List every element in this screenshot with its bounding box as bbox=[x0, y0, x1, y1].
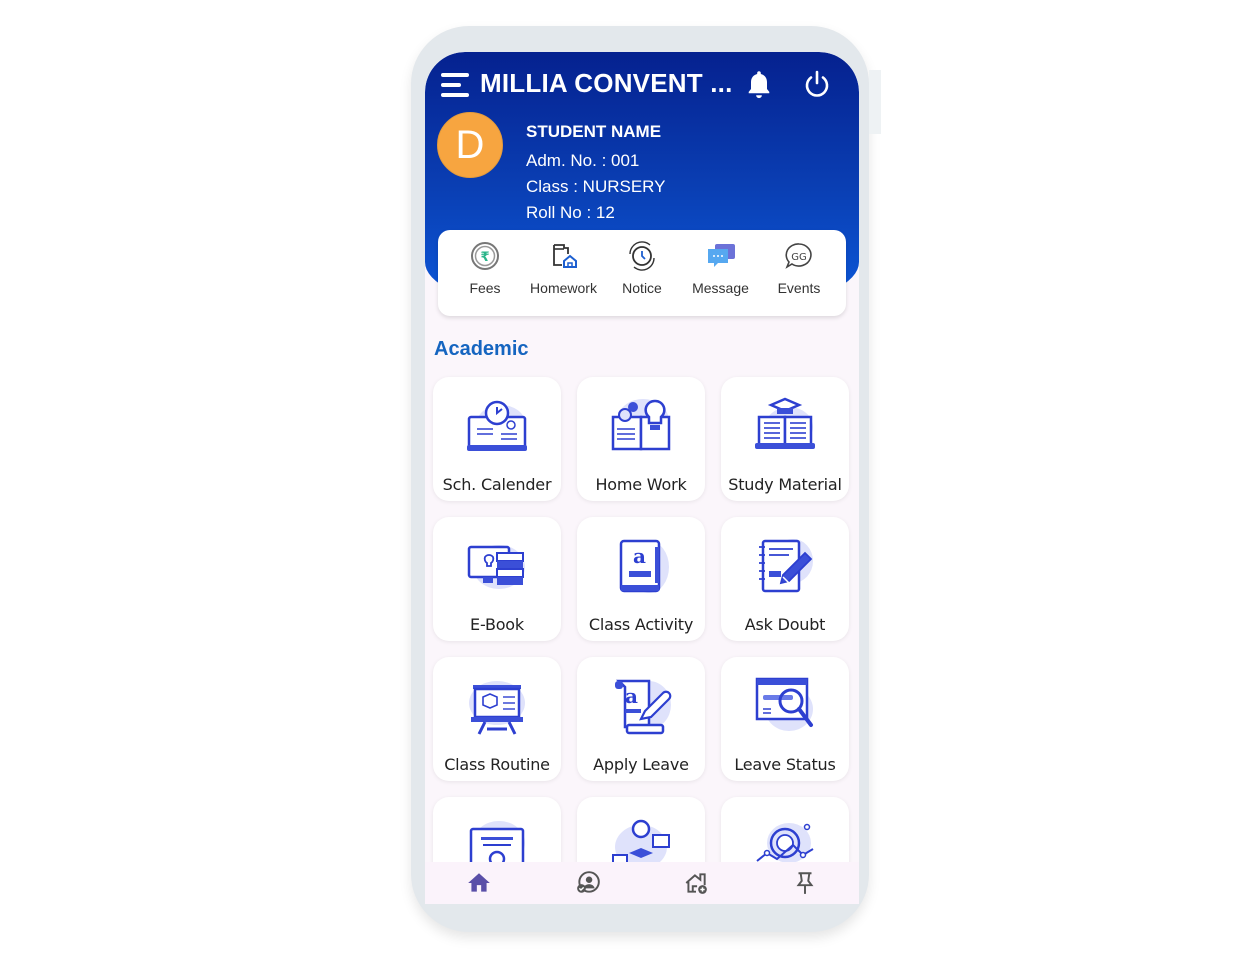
speech-bubble-icon: GG bbox=[785, 243, 812, 269]
quick-action-homework[interactable]: Homework bbox=[525, 230, 603, 316]
open-book-bulb-icon bbox=[611, 399, 671, 451]
svg-text:GG: GG bbox=[791, 252, 807, 263]
card-label: Class Activity bbox=[588, 615, 694, 634]
card-home-work[interactable]: Home Work bbox=[577, 377, 705, 501]
card-label: Sch. Calender bbox=[442, 475, 552, 494]
student-avatar[interactable]: D bbox=[437, 112, 503, 178]
house-add-icon bbox=[685, 873, 708, 894]
nav-house-add[interactable] bbox=[671, 867, 721, 899]
scroll-pen-icon: a bbox=[615, 679, 672, 735]
book-graduation-cap-icon bbox=[755, 397, 815, 449]
bottom-navigation bbox=[425, 862, 859, 904]
app-title: MILLIA CONVENT ... bbox=[480, 68, 733, 98]
rupee-coin-icon: ₹ bbox=[471, 242, 499, 270]
card-class-activity[interactable]: a Class Activity bbox=[577, 517, 705, 641]
student-info: STUDENT NAME Adm. No. : 001 Class : NURS… bbox=[526, 122, 666, 226]
power-logout-icon[interactable] bbox=[802, 69, 832, 99]
quick-action-events[interactable]: GG Events bbox=[760, 230, 838, 316]
notebook-highlighter-icon bbox=[759, 539, 813, 593]
chat-bubbles-icon bbox=[707, 244, 735, 267]
quick-action-notice[interactable]: Notice bbox=[603, 230, 681, 316]
quick-actions-bar: ₹ Fees Homework Notice Message GG Events bbox=[438, 230, 846, 316]
quick-action-label: Message bbox=[692, 280, 749, 296]
quick-action-label: Notice bbox=[622, 280, 662, 296]
nav-attendance[interactable] bbox=[563, 867, 613, 899]
student-name: STUDENT NAME bbox=[526, 122, 662, 141]
card-label: Class Routine bbox=[444, 755, 550, 774]
svg-text:a: a bbox=[625, 684, 638, 708]
phone-side-button bbox=[869, 70, 881, 134]
section-title-academic: Academic bbox=[434, 338, 529, 360]
notification-bell-icon[interactable] bbox=[745, 69, 773, 101]
user-check-icon bbox=[576, 871, 600, 893]
nav-pin[interactable] bbox=[780, 867, 830, 899]
card-leave-status[interactable]: Leave Status bbox=[721, 657, 849, 781]
svg-text:a: a bbox=[633, 544, 646, 568]
quick-action-fees[interactable]: ₹ Fees bbox=[446, 230, 524, 316]
card-label: Home Work bbox=[595, 475, 687, 494]
roll-number: Roll No : 12 bbox=[526, 203, 615, 222]
card-e-book[interactable]: E-Book bbox=[433, 517, 561, 641]
alphabet-book-icon: a bbox=[619, 539, 669, 593]
card-label: Apply Leave bbox=[593, 755, 689, 774]
card-study-material[interactable]: Study Material bbox=[721, 377, 849, 501]
svg-text:₹: ₹ bbox=[480, 250, 489, 265]
clock-refresh-icon bbox=[629, 241, 655, 271]
monitor-books-icon bbox=[467, 545, 525, 589]
app-screen: MILLIA CONVENT ... D STUDENT NAME Adm. N… bbox=[425, 52, 859, 904]
pin-icon bbox=[796, 872, 814, 894]
magnifier-document-icon bbox=[755, 677, 813, 731]
card-sch-calender[interactable]: Sch. Calender bbox=[433, 377, 561, 501]
home-icon bbox=[468, 873, 491, 892]
card-label: Study Material bbox=[728, 475, 842, 494]
card-label: Leave Status bbox=[734, 755, 836, 774]
presentation-board-icon bbox=[469, 681, 525, 735]
quick-action-label: Fees bbox=[469, 280, 501, 296]
card-apply-leave[interactable]: a Apply Leave bbox=[577, 657, 705, 781]
nav-home[interactable] bbox=[454, 867, 504, 899]
student-class: Class : NURSERY bbox=[526, 177, 666, 196]
card-ask-doubt[interactable]: Ask Doubt bbox=[721, 517, 849, 641]
quick-action-message[interactable]: Message bbox=[682, 230, 760, 316]
card-label: Ask Doubt bbox=[744, 615, 826, 634]
quick-action-label: Events bbox=[777, 280, 821, 296]
academic-grid: Sch. Calender Home Work Study Material E… bbox=[433, 377, 853, 904]
calendar-book-clock-icon bbox=[467, 400, 527, 451]
card-label: E-Book bbox=[470, 615, 524, 634]
folder-home-icon bbox=[552, 244, 577, 268]
quick-action-label: Homework bbox=[530, 280, 597, 296]
card-class-routine[interactable]: Class Routine bbox=[433, 657, 561, 781]
admission-number: Adm. No. : 001 bbox=[526, 151, 640, 170]
hamburger-menu-icon[interactable] bbox=[441, 72, 471, 98]
